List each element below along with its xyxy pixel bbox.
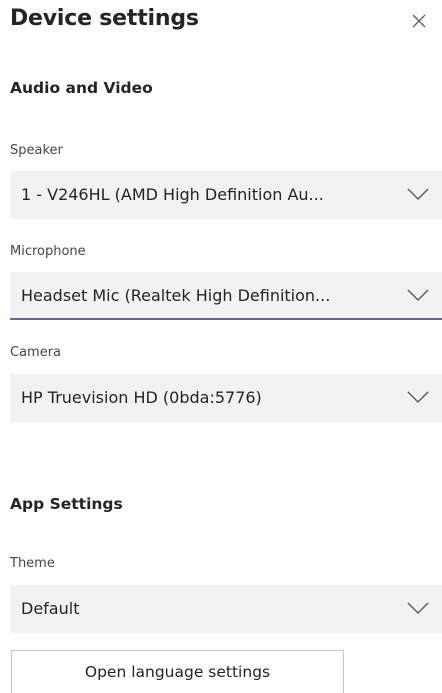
theme-label: Theme xyxy=(10,556,55,571)
microphone-dropdown[interactable]: Headset Mic (Realtek High Definition... xyxy=(10,272,442,320)
theme-dropdown[interactable]: Default xyxy=(10,585,442,633)
chevron-down-icon xyxy=(407,391,429,404)
speaker-dropdown[interactable]: 1 - V246HL (AMD High Definition Au... xyxy=(10,171,442,219)
close-icon[interactable] xyxy=(411,13,427,29)
microphone-value: Headset Mic (Realtek High Definition... xyxy=(21,286,331,305)
dialog-title: Device settings xyxy=(10,6,199,31)
chevron-down-icon xyxy=(407,602,429,615)
camera-dropdown[interactable]: HP Truevision HD (0bda:5776) xyxy=(10,374,442,422)
app-settings-heading: App Settings xyxy=(10,495,123,513)
audio-video-heading: Audio and Video xyxy=(10,79,153,97)
camera-value: HP Truevision HD (0bda:5776) xyxy=(21,388,262,407)
speaker-label: Speaker xyxy=(10,143,63,158)
theme-value: Default xyxy=(21,599,80,618)
device-settings-panel: Device settings Audio and Video Speaker … xyxy=(0,0,442,693)
camera-label: Camera xyxy=(10,345,62,360)
speaker-value: 1 - V246HL (AMD High Definition Au... xyxy=(21,185,324,204)
chevron-down-icon xyxy=(407,188,429,201)
microphone-label: Microphone xyxy=(10,244,86,259)
open-language-settings-button[interactable]: Open language settings xyxy=(11,650,344,693)
chevron-down-icon xyxy=(407,289,429,302)
